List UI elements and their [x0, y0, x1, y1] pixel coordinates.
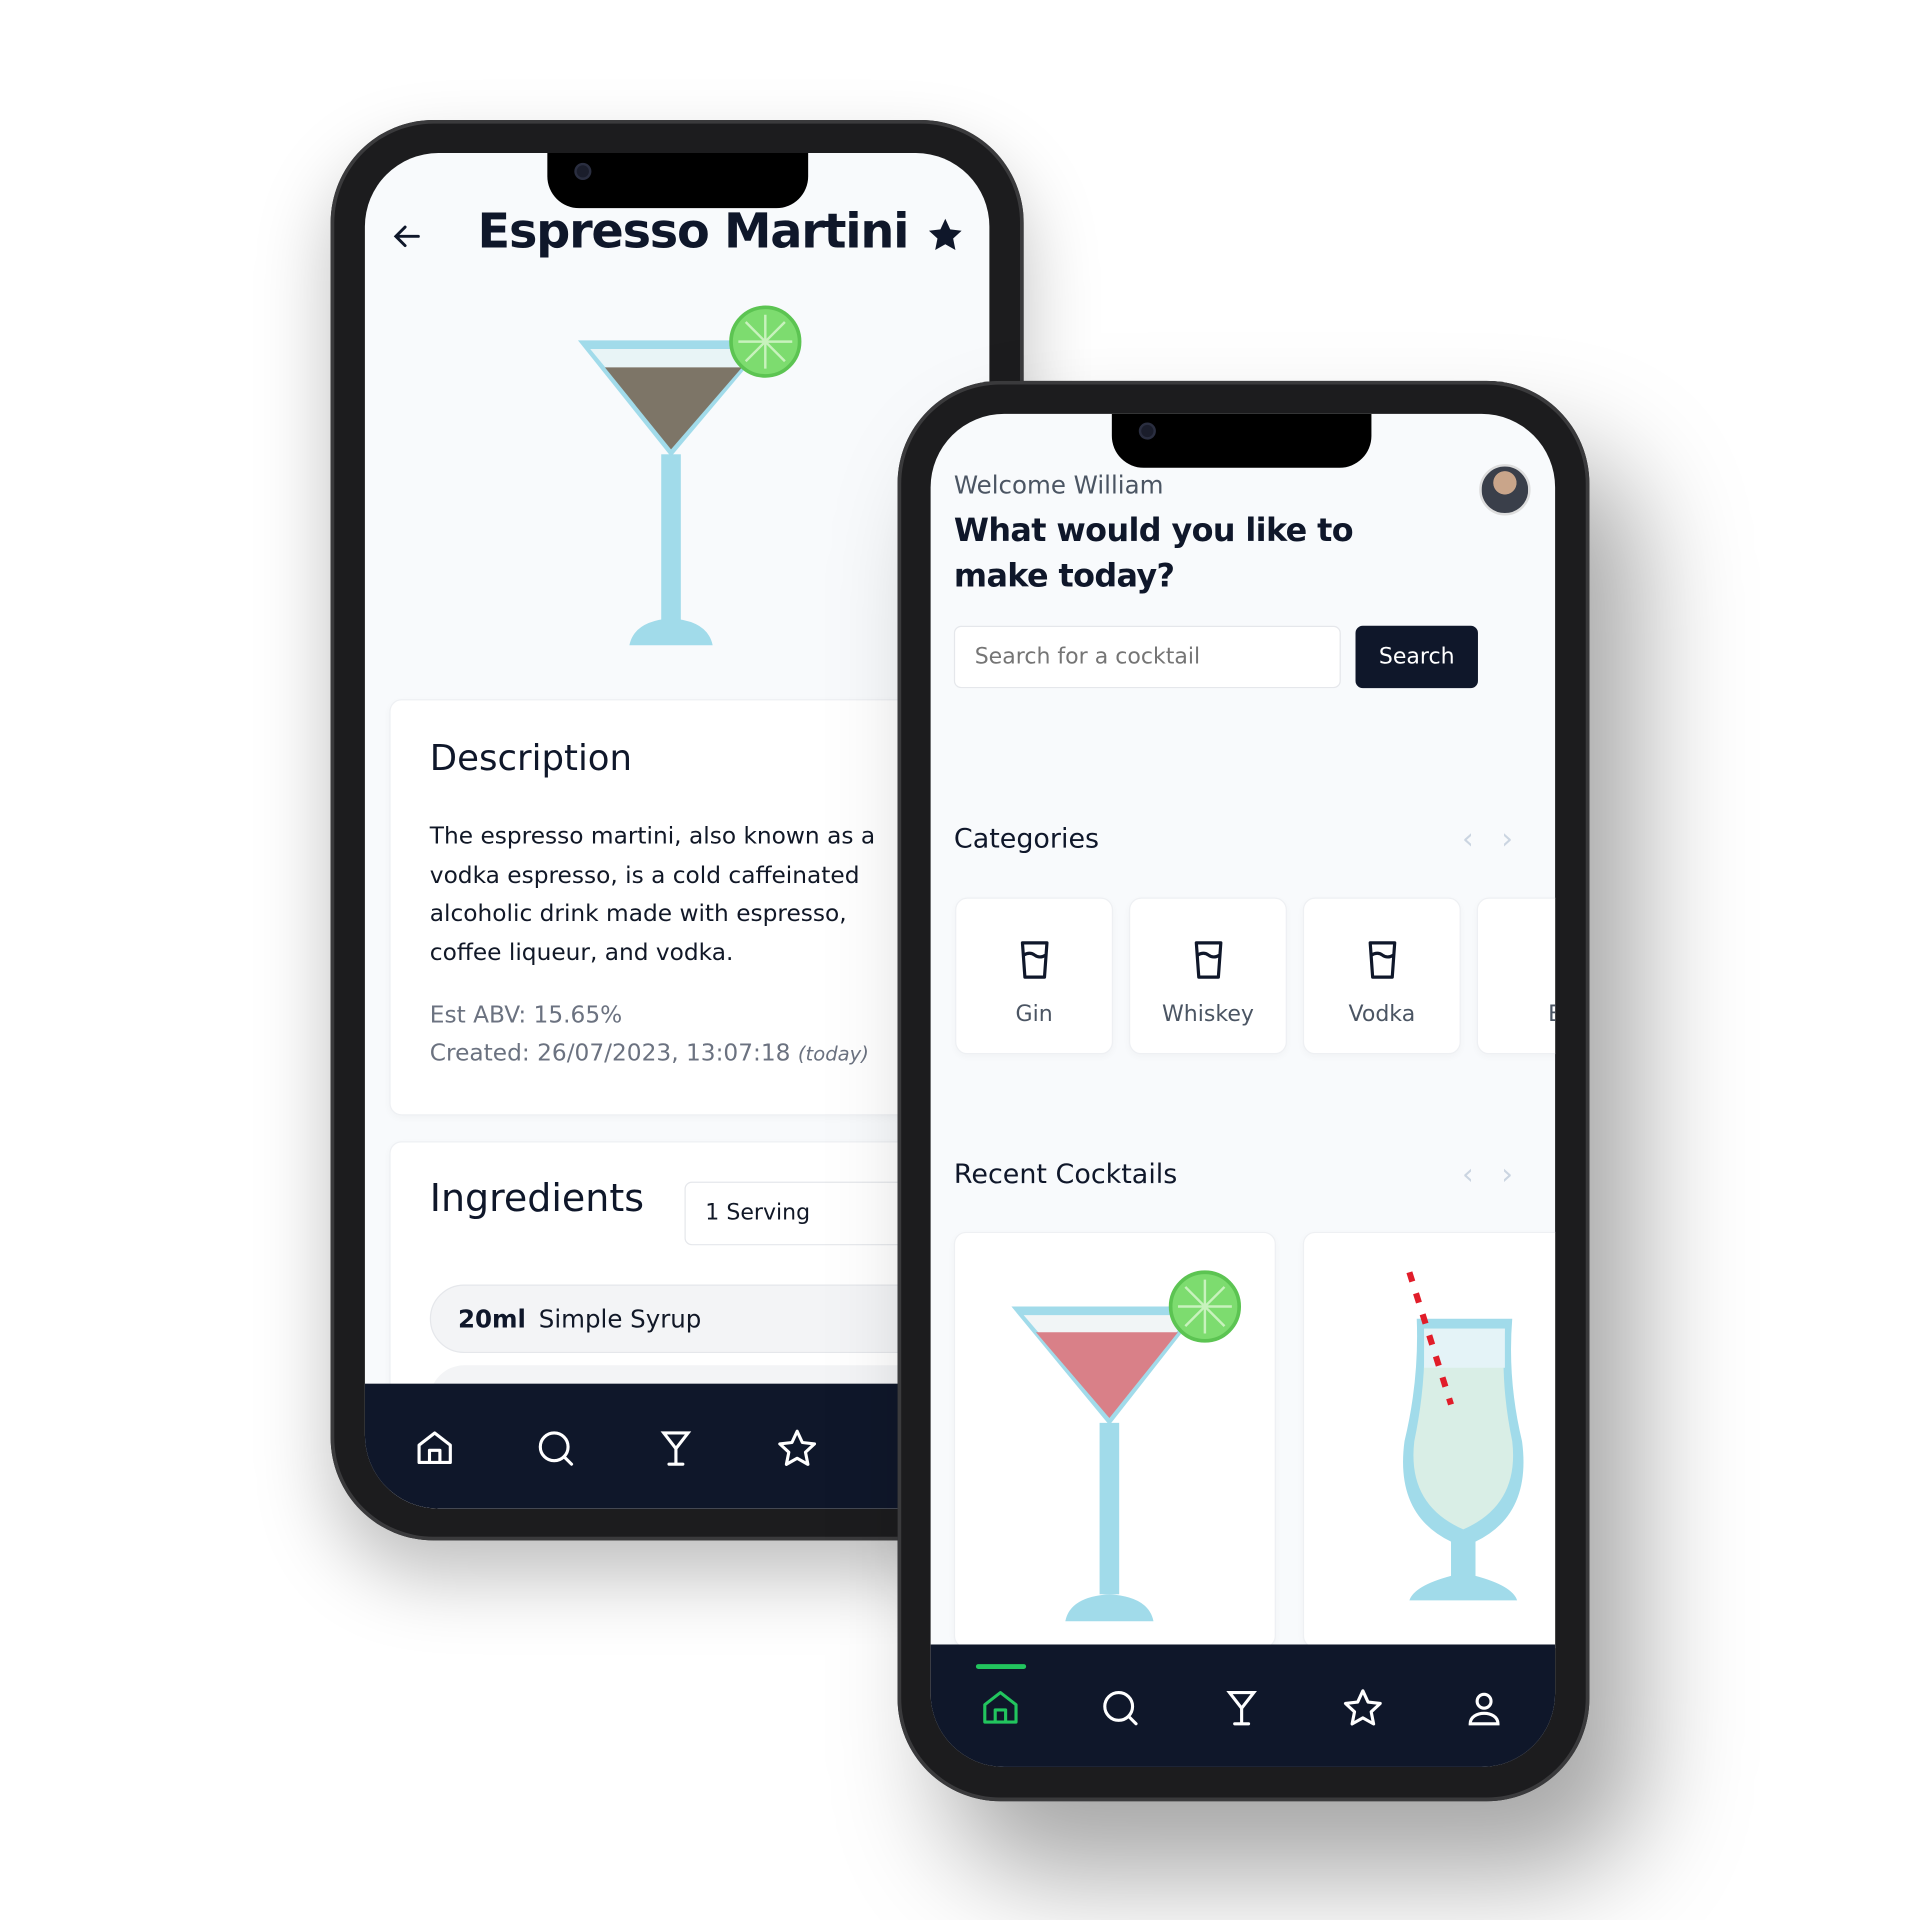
glass-icon [1194, 941, 1223, 979]
notch [547, 153, 809, 209]
avatar[interactable] [1479, 464, 1531, 516]
categories-heading: Categories [953, 824, 1100, 855]
recent-heading: Recent Cocktails [953, 1159, 1178, 1191]
created-text: Created: 26/07/2023, 13:07:18 (today) [430, 1040, 869, 1067]
recent-cocktail-card[interactable] [1302, 1231, 1556, 1649]
glass-icon [1020, 941, 1049, 979]
home-screen: Welcome William What would you like to m… [930, 413, 1556, 1767]
detail-screen: Espresso Martini Description The espress… [364, 153, 990, 1509]
home-icon[interactable] [414, 1428, 456, 1470]
back-arrow-icon[interactable] [392, 220, 424, 252]
bottom-nav [364, 1383, 990, 1509]
abv-text: Est ABV: 15.65% [429, 1001, 623, 1029]
category-label: Vodka [1348, 1001, 1416, 1028]
cocktail-icon[interactable] [655, 1428, 697, 1470]
star-icon[interactable] [776, 1428, 818, 1470]
bottom-nav [930, 1644, 1556, 1767]
created-relative: (today) [797, 1042, 869, 1066]
category-label: Whiskey [1161, 1001, 1254, 1028]
user-icon[interactable] [1463, 1687, 1505, 1729]
serving-select-value: 1 Serving [705, 1200, 811, 1226]
recent-next[interactable]: › [1501, 1157, 1513, 1191]
category-label: B [1478, 1002, 1555, 1028]
ingredient-amount: 20ml [457, 1304, 526, 1334]
cocktail-icon[interactable] [1221, 1687, 1263, 1729]
favorite-star-icon[interactable] [926, 216, 965, 255]
recent-prev[interactable]: ‹ [1462, 1157, 1474, 1191]
category-card[interactable]: Vodka [1302, 897, 1461, 1055]
categories-prev[interactable]: ‹ [1462, 822, 1474, 856]
cocktail-image [577, 305, 802, 646]
category-card[interactable]: B [1476, 897, 1556, 1055]
search-input[interactable] [953, 625, 1341, 689]
created-date: Created: 26/07/2023, 13:07:18 [429, 1039, 791, 1067]
ingredients-heading: Ingredients [429, 1176, 644, 1221]
description-heading: Description [429, 737, 633, 779]
recent-cocktail-card[interactable] [953, 1231, 1276, 1649]
description-card: Description The espresso martini, also k… [389, 699, 978, 1116]
description-text: The espresso martini, also known as a vo… [429, 822, 876, 966]
category-card[interactable]: Whiskey [1128, 897, 1287, 1055]
cosmopolitan-image [1011, 1270, 1242, 1622]
category-card[interactable]: Gin [955, 897, 1114, 1055]
active-indicator [975, 1664, 1027, 1669]
search-icon[interactable] [1100, 1687, 1142, 1729]
page-title: Espresso Martini [477, 204, 910, 260]
glass-icon [1368, 941, 1397, 979]
search-button[interactable]: Search [1355, 625, 1478, 689]
ingredient-name: Simple Syrup [538, 1304, 702, 1334]
category-label: Gin [1015, 1001, 1053, 1028]
main-heading: What would you like to make today? [953, 513, 1354, 596]
star-icon[interactable] [1342, 1687, 1384, 1729]
pina-colada-image [1403, 1271, 1524, 1601]
welcome-text: Welcome William [953, 470, 1164, 500]
search-icon[interactable] [535, 1428, 577, 1470]
home-icon[interactable] [980, 1687, 1022, 1729]
notch [1111, 413, 1372, 468]
categories-next[interactable]: › [1501, 822, 1513, 856]
